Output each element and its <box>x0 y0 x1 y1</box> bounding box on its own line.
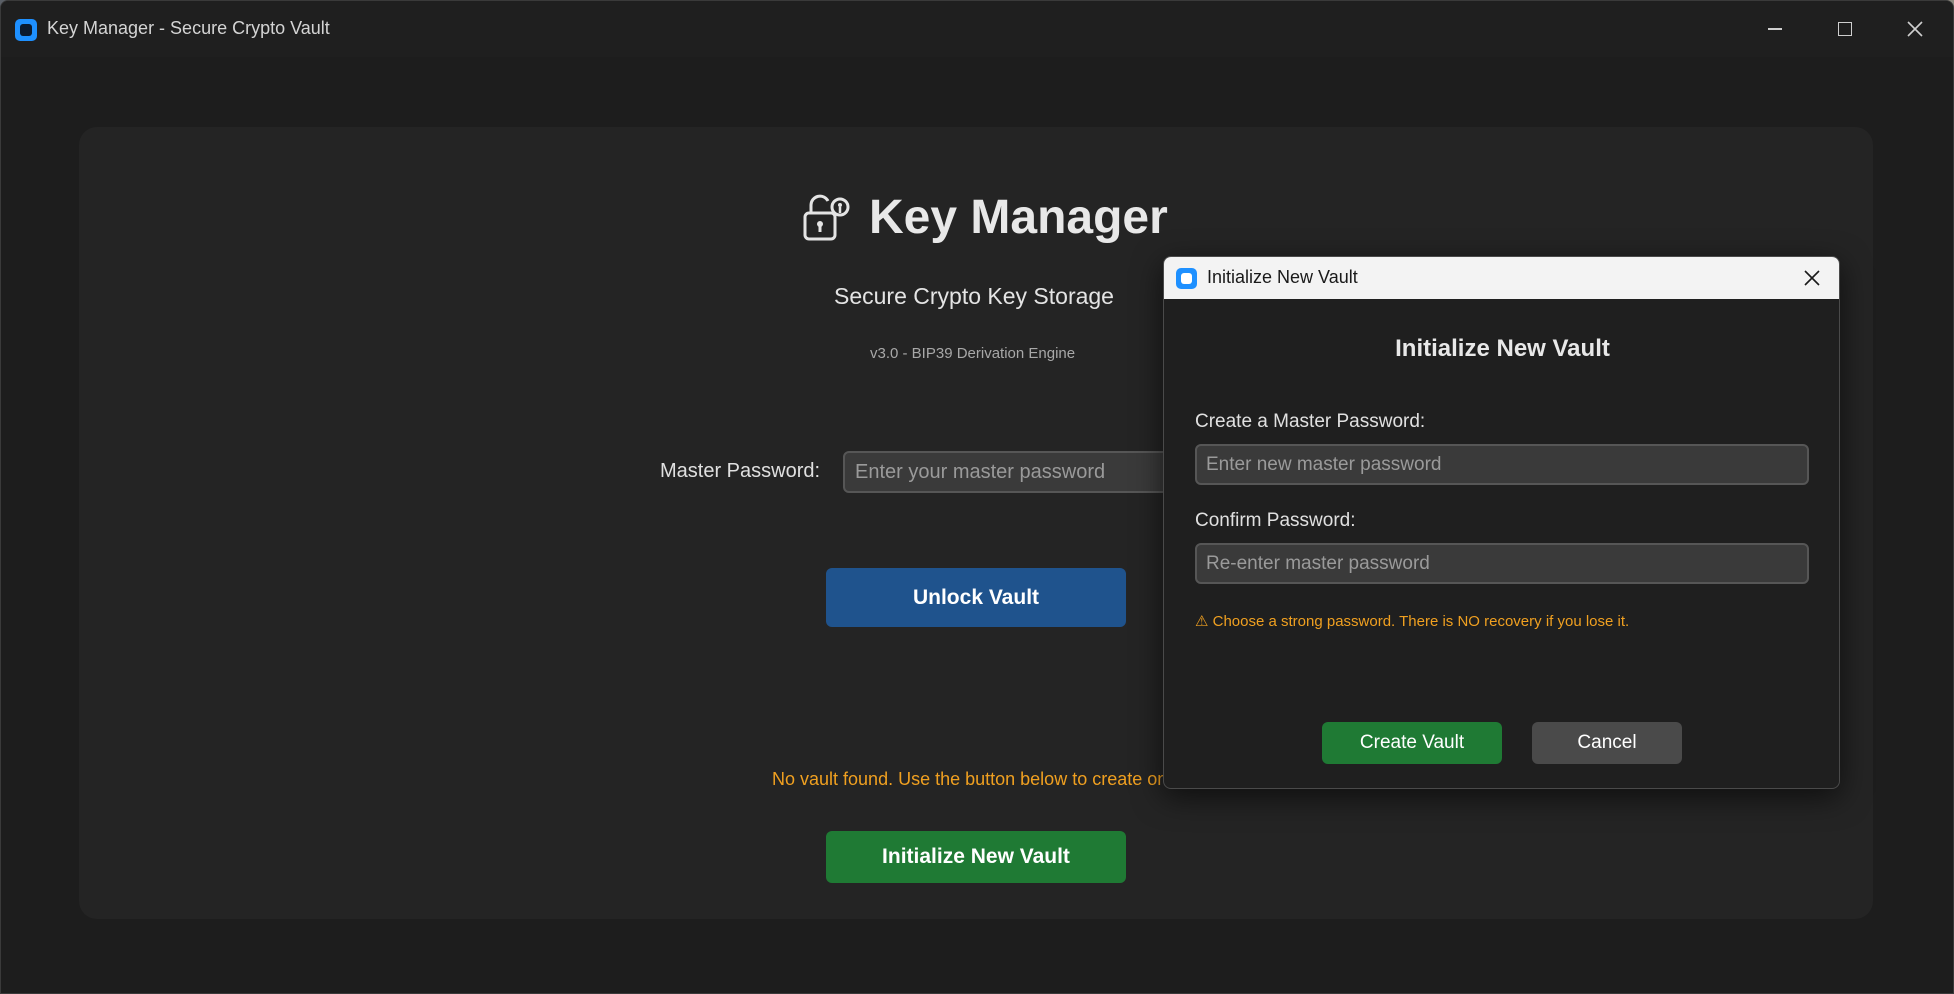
app-window: Key Manager - Secure Crypto Vault Key Ma… <box>0 0 1954 994</box>
version-label: v3.0 - BIP39 Derivation Engine <box>870 345 1076 362</box>
lock-key-icon <box>803 194 850 241</box>
unlock-vault-button[interactable]: Unlock Vault <box>826 568 1126 627</box>
confirm-password-input[interactable] <box>1195 543 1809 584</box>
create-vault-button[interactable]: Create Vault <box>1322 722 1502 764</box>
master-password-label: Master Password: <box>660 460 821 482</box>
minimize-icon <box>1768 28 1782 30</box>
subtitle: Secure Crypto Key Storage <box>834 283 1114 309</box>
initialize-vault-button[interactable]: Initialize New Vault <box>826 831 1126 883</box>
create-password-label: Create a Master Password: <box>1195 411 1426 432</box>
dialog-app-icon <box>1176 268 1197 289</box>
password-warning: ⚠ Choose a strong password. There is NO … <box>1195 613 1630 630</box>
close-icon <box>1804 270 1820 286</box>
window-title: Key Manager - Secure Crypto Vault <box>47 18 330 38</box>
maximize-button[interactable] <box>1825 9 1865 49</box>
maximize-icon <box>1838 22 1852 36</box>
app-name-heading: Key Manager <box>869 190 1168 244</box>
minimize-button[interactable] <box>1755 9 1795 49</box>
close-button[interactable] <box>1895 9 1935 49</box>
brand-header: Key Manager <box>801 187 1168 247</box>
close-icon <box>1907 21 1923 37</box>
app-icon <box>15 19 37 41</box>
new-password-input[interactable] <box>1195 444 1809 485</box>
dialog-close-button[interactable] <box>1800 266 1824 290</box>
initialize-vault-dialog: Initialize New Vault Initialize New Vaul… <box>1163 256 1840 789</box>
title-bar: Key Manager - Secure Crypto Vault <box>1 1 1953 57</box>
dialog-title-bar: Initialize New Vault <box>1164 257 1839 299</box>
dialog-window-title: Initialize New Vault <box>1207 267 1358 287</box>
dialog-heading: Initialize New Vault <box>1395 335 1610 362</box>
confirm-password-label: Confirm Password: <box>1195 510 1356 531</box>
cancel-button[interactable]: Cancel <box>1532 722 1682 764</box>
no-vault-message: No vault found. Use the button below to … <box>772 769 1168 789</box>
